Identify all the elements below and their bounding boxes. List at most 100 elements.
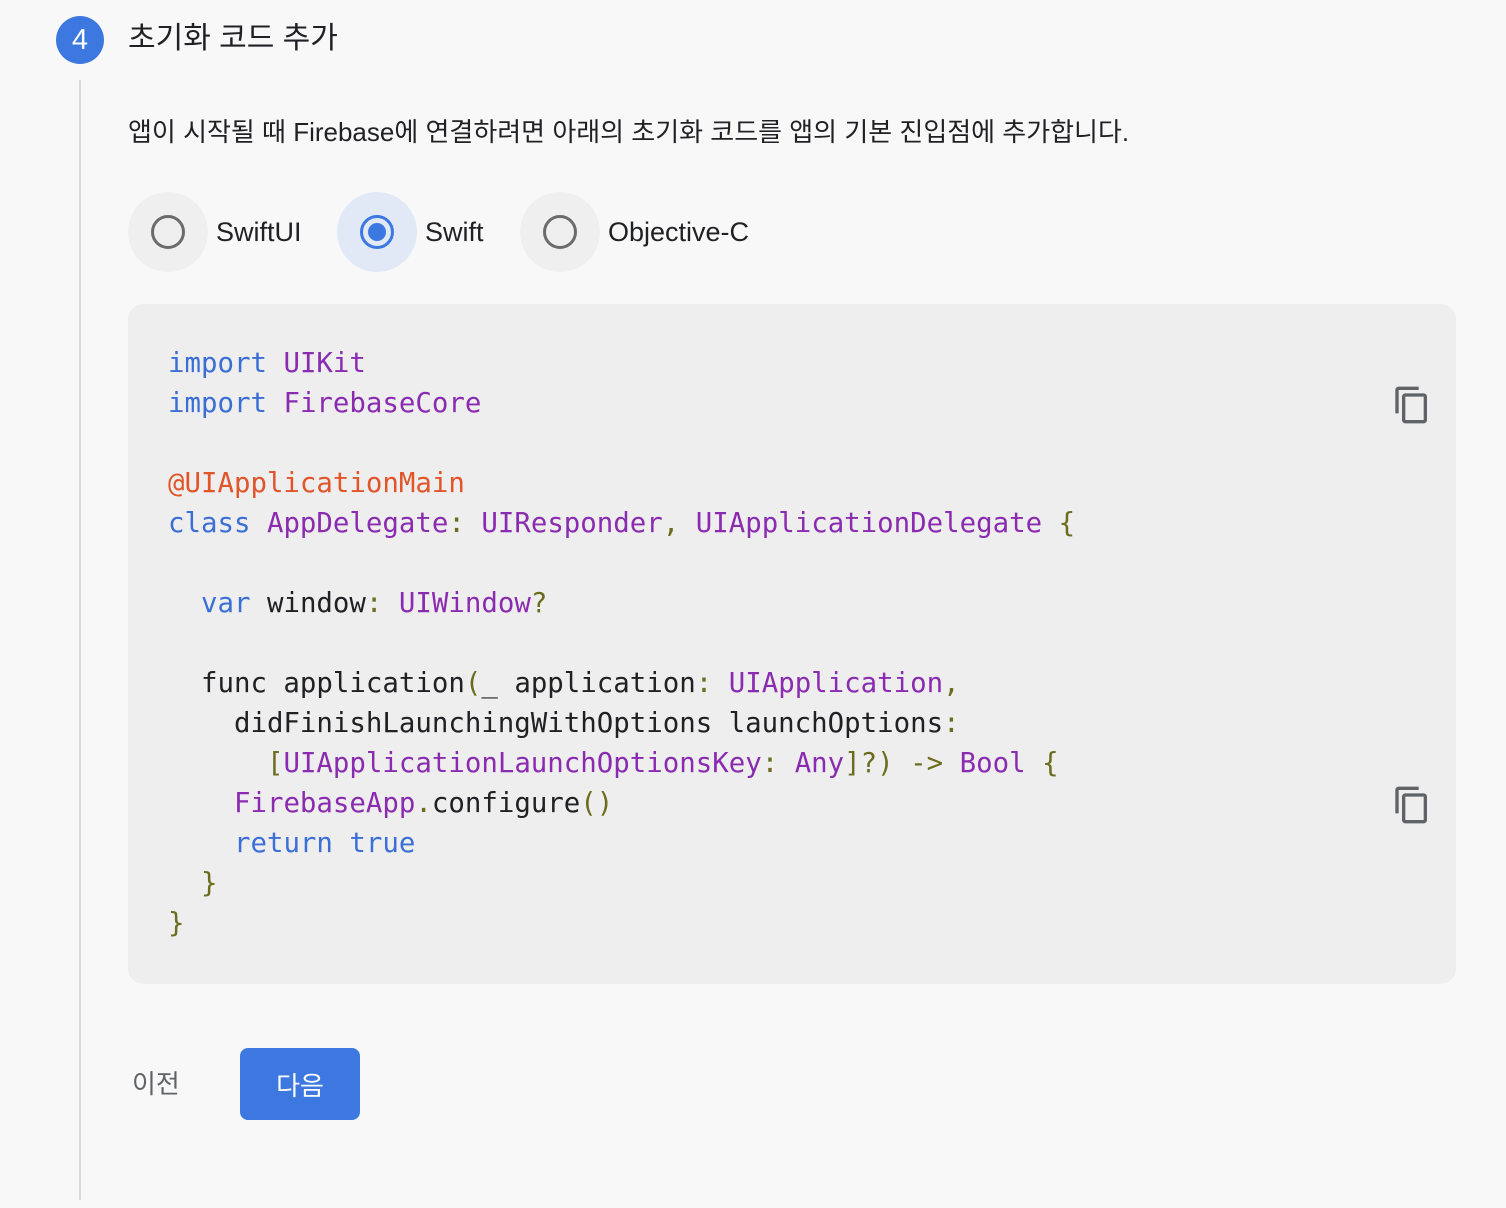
radio-option-swiftui[interactable]: SwiftUI <box>128 192 302 272</box>
code-type: AppDelegate <box>266 508 449 539</box>
code-text: didFinishLaunchingWithOptions launchOpti… <box>168 708 944 739</box>
code-type: UIResponder <box>481 508 663 539</box>
code-text: _ application <box>481 668 696 699</box>
code-line: return true <box>168 824 1075 864</box>
code-line: @UIApplicationMain <box>168 464 1075 504</box>
step-title: 초기화 코드 추가 <box>128 22 338 55</box>
code-punctuation: , <box>943 668 960 699</box>
code-line: [UIApplicationLaunchOptionsKey: Any]?) -… <box>168 744 1075 784</box>
code-punctuation: } <box>168 908 185 939</box>
code-text: configure <box>431 788 581 819</box>
code-keyword: class <box>168 508 251 539</box>
code-line: func application(_ application: UIApplic… <box>168 664 1075 704</box>
radio-button-icon[interactable] <box>543 215 577 249</box>
radio-label-swiftui: SwiftUI <box>216 216 302 247</box>
radio-option-swift[interactable]: Swift <box>337 192 484 272</box>
step-description: 앱이 시작될 때 Firebase에 연결하려면 아래의 초기화 코드를 앱의 … <box>128 117 1130 147</box>
code-punctuation: ]?) <box>844 748 894 779</box>
code-type: UIApplicationDelegate <box>695 508 1043 539</box>
code-type: Bool <box>959 748 1026 779</box>
code-punctuation: : <box>365 588 383 619</box>
code-punctuation: : <box>943 708 960 739</box>
radio-dot <box>368 223 386 241</box>
copy-imports-button[interactable] <box>1388 381 1436 429</box>
code-line: var window: UIWindow? <box>168 584 1075 624</box>
code-keyword: import <box>168 388 267 419</box>
step-number-badge: 4 <box>56 16 104 64</box>
code-punctuation: : <box>695 668 713 699</box>
code-type: FirebaseCore <box>283 388 482 419</box>
radio-button-icon[interactable] <box>151 215 185 249</box>
code-punctuation: } <box>200 868 218 899</box>
code-line: } <box>168 864 1075 904</box>
code-punctuation: . <box>415 788 432 819</box>
radio-halo <box>337 192 417 272</box>
code-punctuation: : <box>448 508 465 539</box>
code-punctuation: : <box>761 748 779 779</box>
code-snippet: import UIKit import FirebaseCore @UIApplic… <box>168 344 1075 944</box>
radio-option-objective-c[interactable]: Objective-C <box>520 192 749 272</box>
code-line: class AppDelegate: UIResponder, UIApplic… <box>168 504 1075 544</box>
code-punctuation: -> <box>910 748 944 779</box>
code-line: import FirebaseCore <box>168 384 1075 424</box>
previous-button[interactable]: 이전 <box>116 1052 196 1116</box>
setup-step-page: 4 초기화 코드 추가 앱이 시작될 때 Firebase에 연결하려면 아래의… <box>0 0 1506 1208</box>
code-type: UIWindow <box>398 588 531 619</box>
radio-label-objective-c: Objective-C <box>608 216 750 247</box>
code-line: } <box>168 904 1075 944</box>
code-text: window <box>250 588 366 619</box>
step-connector-line <box>79 80 81 1200</box>
code-punctuation: , <box>662 508 680 539</box>
code-type: FirebaseApp <box>233 788 416 819</box>
code-line: FirebaseApp.configure() <box>168 784 1075 824</box>
code-punctuation: () <box>580 788 614 819</box>
code-keyword: import <box>168 348 267 379</box>
code-punctuation: [ <box>266 748 284 779</box>
code-punctuation: ( <box>464 668 482 699</box>
copy-icon <box>1395 386 1427 424</box>
copy-code-button[interactable] <box>1388 781 1436 829</box>
code-keyword: return <box>233 828 333 859</box>
code-punctuation: ? <box>530 588 548 619</box>
next-button[interactable]: 다음 <box>240 1048 360 1120</box>
code-line: import UIKit <box>168 344 1075 384</box>
radio-label-swift: Swift <box>425 216 484 247</box>
code-punctuation: { <box>1042 748 1059 779</box>
code-keyword: true <box>349 828 416 859</box>
code-attribute: @UIApplicationMain <box>168 468 465 499</box>
code-type: UIApplication <box>728 668 944 699</box>
code-keyword: var <box>200 588 251 619</box>
code-line: didFinishLaunchingWithOptions launchOpti… <box>168 704 1075 744</box>
code-punctuation: { <box>1058 508 1076 539</box>
code-type: Any <box>794 748 845 779</box>
radio-halo <box>128 192 208 272</box>
code-snippet-panel: import UIKit import FirebaseCore @UIApplic… <box>128 304 1456 984</box>
code-type: UIKit <box>283 348 366 379</box>
code-text: func application <box>168 668 465 699</box>
code-type: UIApplicationLaunchOptionsKey <box>283 748 762 779</box>
radio-halo <box>520 192 600 272</box>
radio-button-selected-icon[interactable] <box>360 215 394 249</box>
copy-icon <box>1395 786 1427 824</box>
